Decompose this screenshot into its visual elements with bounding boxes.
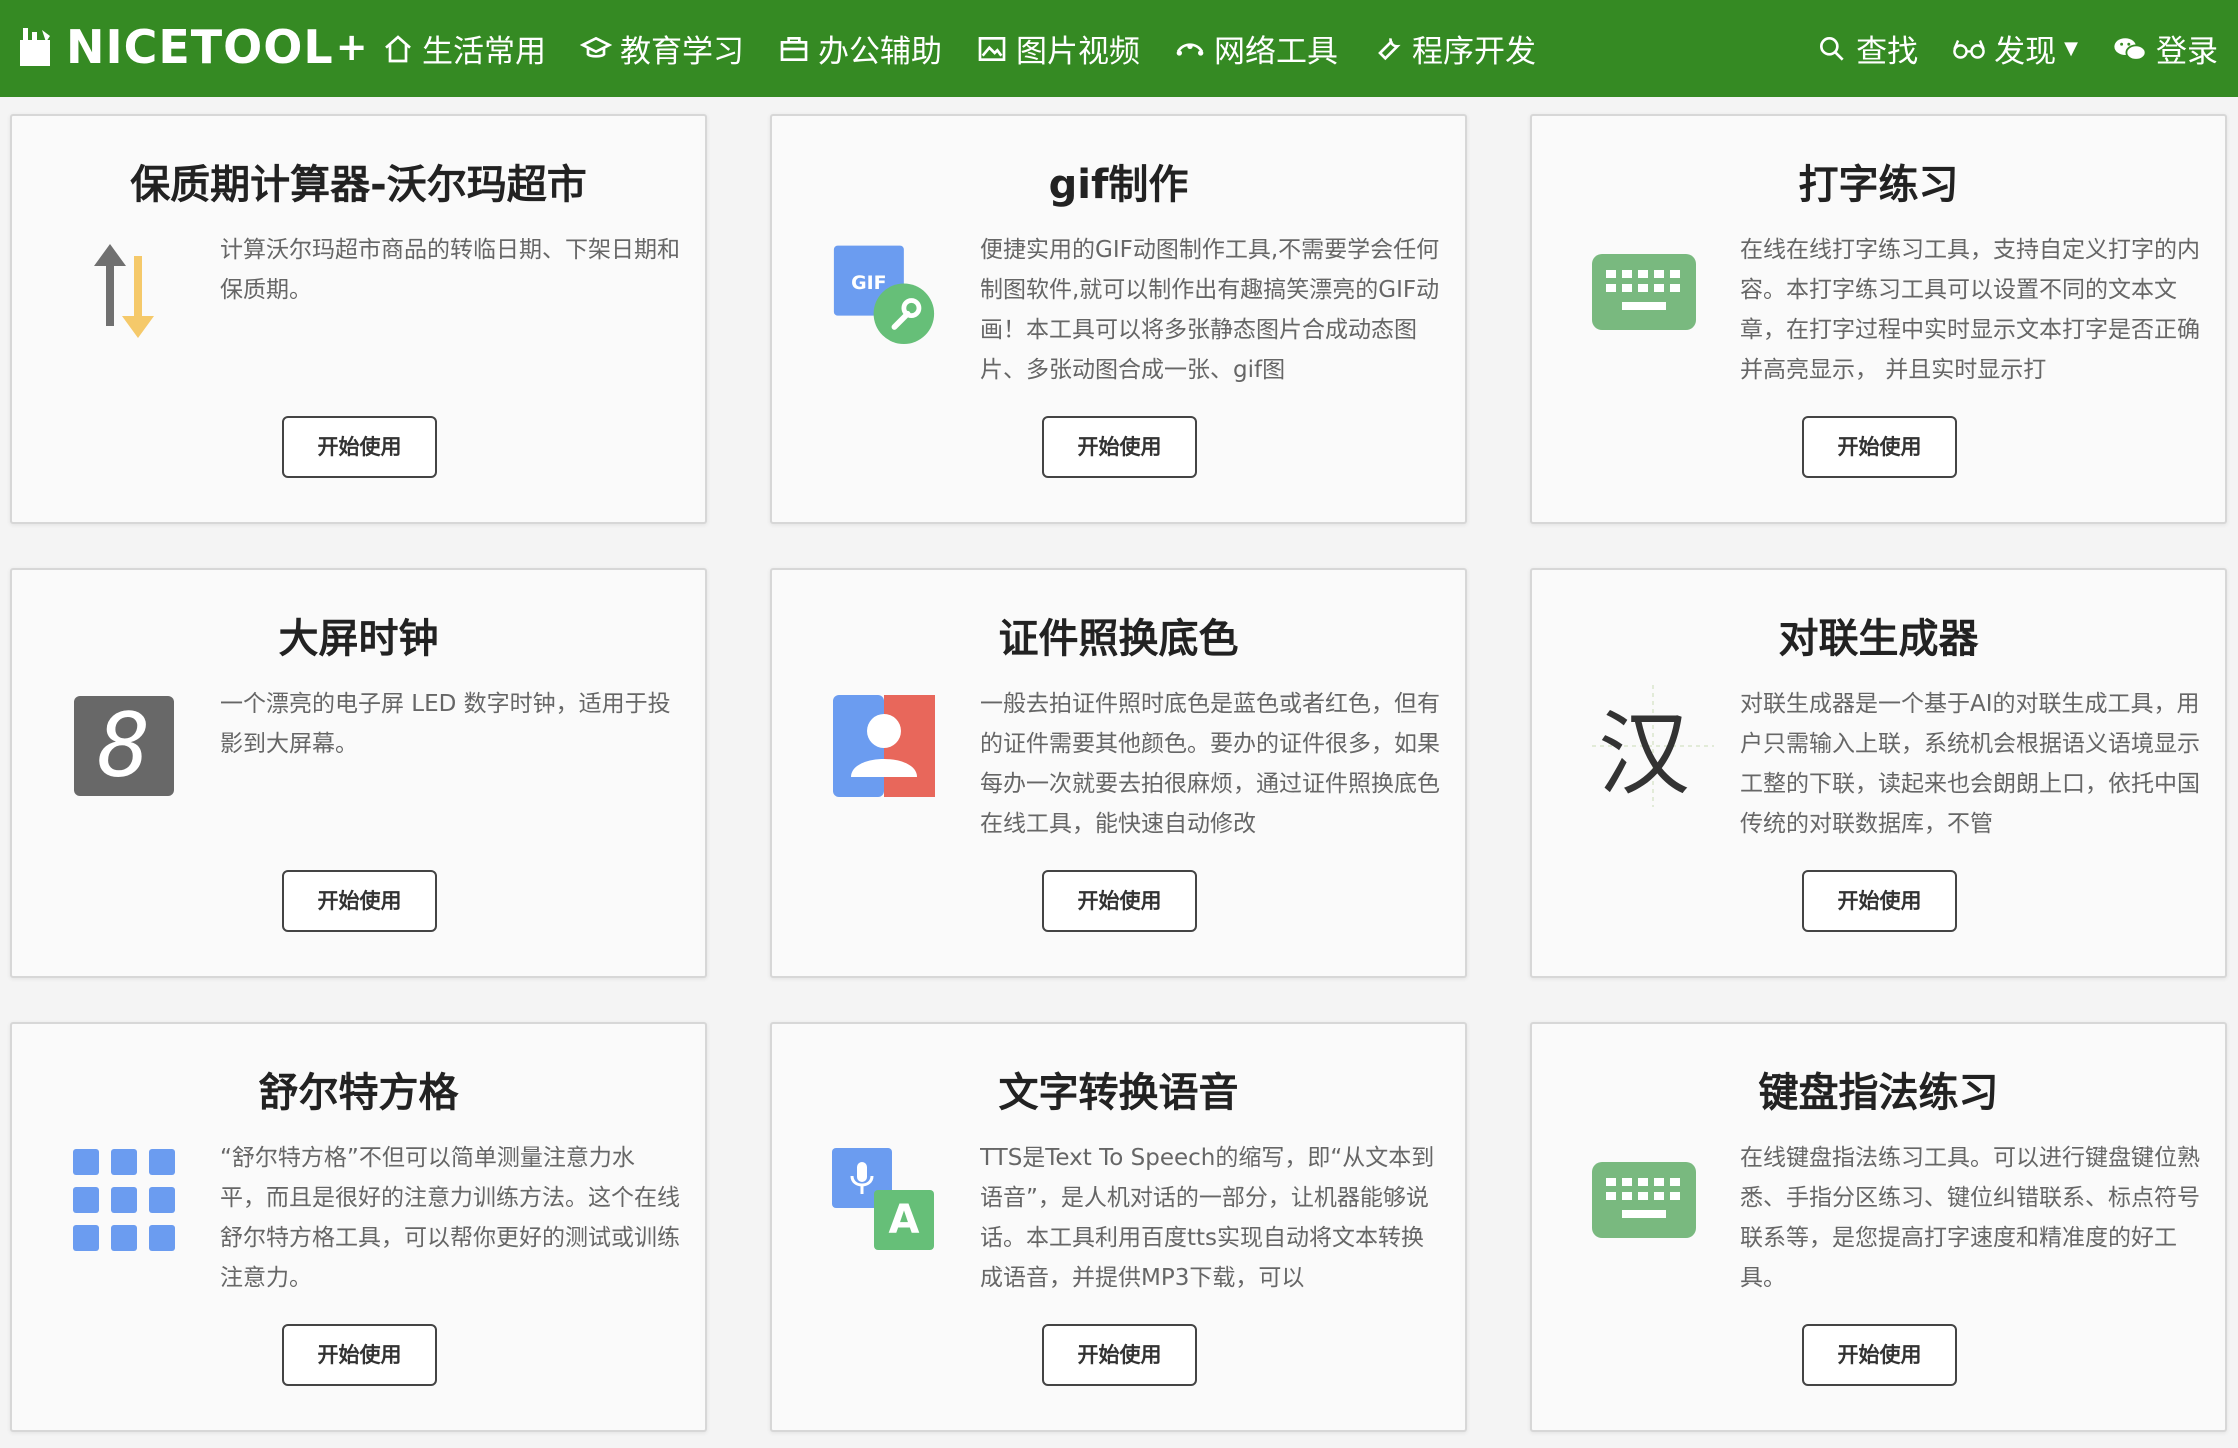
- plus-icon: +: [335, 25, 368, 69]
- start-button[interactable]: 开始使用: [1042, 1324, 1197, 1386]
- top-navbar: NICETOOL + 生活常用 教育学习 办公辅助 图片视频 网络工具 程序开发: [0, 0, 2238, 97]
- led-digit-icon: 8: [72, 694, 176, 798]
- start-button[interactable]: 开始使用: [282, 1324, 437, 1386]
- chevron-down-icon: ▼: [2064, 38, 2078, 59]
- tool-grid: 保质期计算器-沃尔玛超市 计算沃尔玛超市商品的转临日期、下架日期和保质期。 开始…: [10, 114, 2230, 1434]
- keyboard-icon: [1592, 1148, 1696, 1252]
- card-title: 舒尔特方格: [258, 1070, 459, 1116]
- card-description: 一般去拍证件照时底色是蓝色或者红色，但有的证件需要其他颜色。要办的证件很多，如果…: [980, 691, 1440, 837]
- graduation-cap-icon: [580, 36, 612, 58]
- card-description: “舒尔特方格”不但可以简单测量注意力水平，而且是很好的注意力训练方法。这个在线舒…: [220, 1145, 680, 1291]
- gif-wrench-icon: GIF: [832, 240, 936, 344]
- card-title: 大屏时钟: [278, 616, 439, 662]
- menu-label: 生活常用: [422, 34, 546, 70]
- site-logo[interactable]: NICETOOL +: [18, 12, 368, 82]
- header-right: 查找 发现 ▼ 登录: [1816, 0, 2218, 97]
- tool-card[interactable]: 文字转换语音 A TTS是Text To Speech的缩写，即“从文本到语音”…: [770, 1022, 1467, 1432]
- card-title: 键盘指法练习: [1758, 1070, 1999, 1116]
- menu-label: 办公辅助: [818, 34, 942, 70]
- card-description: 对联生成器是一个基于AI的对联生成工具，用户只需输入上联，系统机会根据语义语境显…: [1740, 691, 2200, 837]
- tool-card[interactable]: 舒尔特方格 “舒尔特方格”不但可以简单测量注意力水平，而且是很好的注意力训练方法…: [10, 1022, 707, 1432]
- menu-label: 网络工具: [1214, 34, 1338, 70]
- start-button[interactable]: 开始使用: [1042, 416, 1197, 478]
- glasses-icon: [1953, 39, 1985, 59]
- wechat-icon: [2114, 37, 2147, 61]
- menu-media[interactable]: 图片视频: [976, 26, 1140, 71]
- start-button[interactable]: 开始使用: [1802, 416, 1957, 478]
- card-description: 在线键盘指法练习工具。可以进行键盘键位熟悉、手指分区练习、键位纠错联系、标点符号…: [1740, 1145, 2200, 1291]
- glyph: 汉: [1597, 700, 1690, 808]
- mic-letter-icon: A: [832, 1148, 936, 1252]
- menu-dev[interactable]: 程序开发: [1372, 26, 1536, 71]
- card-description: 在线在线打字练习工具，支持自定义打字的内容。本打字练习工具可以设置不同的文本文章…: [1740, 237, 2200, 383]
- discover-dropdown[interactable]: 发现 ▼: [1952, 26, 2078, 71]
- card-title: gif制作: [1048, 162, 1189, 208]
- right-label: 查找: [1856, 34, 1919, 70]
- right-label: 发现: [1994, 34, 2057, 70]
- tool-card[interactable]: 对联生成器 汉 对联生成器是一个基于AI的对联生成工具，用户只需输入上联，系统机…: [1530, 568, 2227, 978]
- card-title: 证件照换底色: [998, 616, 1239, 662]
- tool-card[interactable]: 打字练习 在线在线打字练习工具，支持自定义打字的内容。本打字练习工具可以设置不同…: [1530, 114, 2227, 524]
- search-link[interactable]: 查找: [1816, 26, 1918, 71]
- start-button[interactable]: 开始使用: [282, 870, 437, 932]
- tool-card[interactable]: 保质期计算器-沃尔玛超市 计算沃尔玛超市商品的转临日期、下架日期和保质期。 开始…: [10, 114, 707, 524]
- card-description: 计算沃尔玛超市商品的转临日期、下架日期和保质期。: [220, 237, 680, 303]
- home-icon: [385, 34, 411, 62]
- menu-label: 教育学习: [620, 34, 744, 70]
- tool-card[interactable]: 键盘指法练习 在线键盘指法练习工具。可以进行键盘键位熟悉、手指分区练习、键位纠错…: [1530, 1022, 2227, 1432]
- search-icon: [1820, 36, 1844, 61]
- right-label: 登录: [2156, 34, 2218, 70]
- id-photo-icon: [832, 694, 936, 798]
- tool-card[interactable]: 大屏时钟 8 一个漂亮的电子屏 LED 数字时钟，适用于投影到大屏幕。 开始使用: [10, 568, 707, 978]
- led-digit: 8: [97, 694, 151, 797]
- main-menu: 生活常用 教育学习 办公辅助 图片视频 网络工具 程序开发: [382, 0, 1536, 97]
- card-description: 便捷实用的GIF动图制作工具,不需要学会任何制图软件,就可以制作出有趣搞笑漂亮的…: [980, 237, 1440, 383]
- chinese-character-icon: 汉: [1592, 685, 1714, 808]
- start-button[interactable]: 开始使用: [282, 416, 437, 478]
- menu-label: 程序开发: [1412, 34, 1536, 70]
- tool-card[interactable]: 证件照换底色 一般去拍证件照时底色是蓝色或者红色，但有的证件需要其他颜色。要办的…: [770, 568, 1467, 978]
- image-icon: [978, 36, 1006, 61]
- start-button[interactable]: 开始使用: [1802, 1324, 1957, 1386]
- microphone-icon: [850, 1162, 874, 1194]
- wrench-icon: [1378, 37, 1401, 60]
- briefcase-icon: [780, 36, 808, 61]
- card-title: 对联生成器: [1778, 616, 1979, 662]
- card-title: 打字练习: [1798, 162, 1959, 208]
- start-button[interactable]: 开始使用: [1802, 870, 1957, 932]
- letter-badge: A: [888, 1197, 920, 1243]
- gif-badge: GIF: [851, 272, 886, 294]
- card-description: 一个漂亮的电子屏 LED 数字时钟，适用于投影到大屏幕。: [220, 691, 671, 757]
- menu-life[interactable]: 生活常用: [382, 26, 546, 71]
- grid-squares-icon: [72, 1148, 176, 1252]
- logo-text: NICETOOL: [66, 20, 334, 74]
- menu-label: 图片视频: [1016, 34, 1140, 70]
- card-title: 文字转换语音: [998, 1070, 1239, 1116]
- network-icon: [1176, 42, 1204, 56]
- menu-network[interactable]: 网络工具: [1174, 26, 1338, 71]
- tool-card[interactable]: gif制作 GIF 便捷实用的GIF动图制作工具,不需要学会任何制图软件,就可以…: [770, 114, 1467, 524]
- toolbox-icon: [20, 28, 50, 66]
- keyboard-icon: [1592, 240, 1696, 344]
- menu-office[interactable]: 办公辅助: [778, 26, 942, 71]
- menu-education[interactable]: 教育学习: [580, 26, 744, 71]
- login-link[interactable]: 登录: [2112, 26, 2218, 71]
- start-button[interactable]: 开始使用: [1042, 870, 1197, 932]
- sort-arrows-icon: [72, 240, 176, 344]
- card-description: TTS是Text To Speech的缩写，即“从文本到语音”，是人机对话的一部…: [980, 1145, 1435, 1291]
- card-title: 保质期计算器-沃尔玛超市: [130, 162, 587, 208]
